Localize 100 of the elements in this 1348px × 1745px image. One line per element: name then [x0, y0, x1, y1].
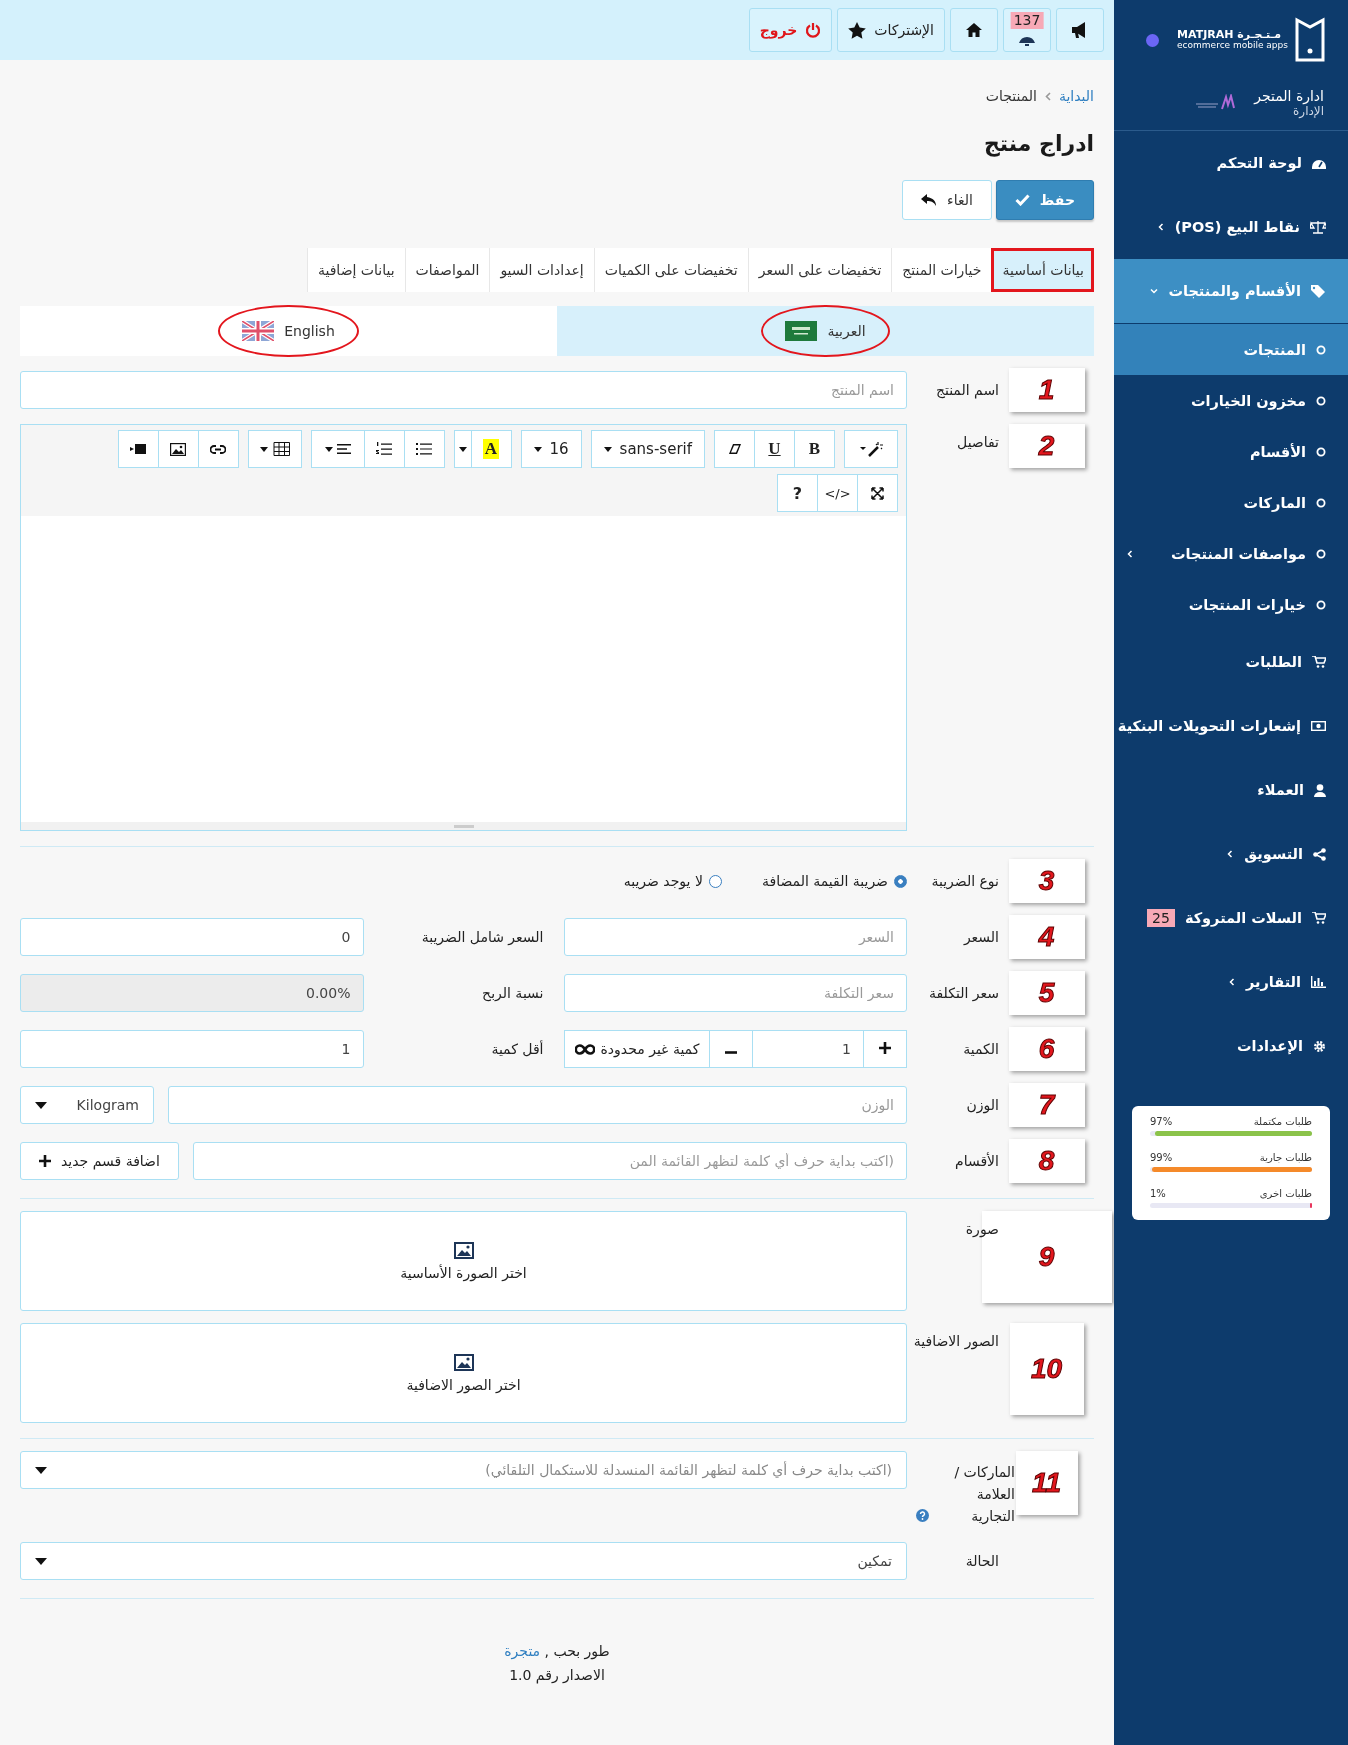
resize-handle[interactable] [21, 822, 906, 830]
sidebar-subitem[interactable]: مواصفات المنتجات [1114, 528, 1348, 579]
tab[interactable]: تخفيضات على الكميات [593, 248, 748, 292]
stat-label: طلبات مكتملة [1253, 1116, 1312, 1127]
minimum-quantity-field[interactable]: 1 [20, 1030, 364, 1068]
tab[interactable]: بيانات إضافية [306, 248, 405, 292]
sidebar-item[interactable]: التسويق [1114, 822, 1348, 886]
add-category-button[interactable]: اضافة قسم جديد [20, 1142, 179, 1180]
power-icon [805, 22, 822, 38]
link-button[interactable] [197, 430, 239, 468]
flag-icon [785, 321, 818, 341]
video-button[interactable] [117, 430, 159, 468]
breadcrumb-link[interactable]: البداية [1058, 88, 1094, 104]
text-color-button[interactable]: A [470, 430, 512, 468]
home-icon [965, 22, 983, 38]
sidebar-item[interactable]: الأقسام والمنتجات [1114, 259, 1348, 323]
sidebar-item[interactable]: الطلبات [1114, 630, 1348, 694]
tab[interactable]: بيانات أساسية [991, 248, 1094, 292]
font-size-dropdown[interactable]: 16 [520, 430, 582, 468]
share-icon [1313, 847, 1326, 861]
caret-button[interactable] [453, 430, 472, 468]
step-number: 4 [1008, 915, 1085, 959]
product-name-field[interactable]: اسم المنتج [20, 371, 907, 409]
radio-option[interactable]: ضريبة القيمة المضافة [761, 873, 907, 889]
unit-dropdown[interactable]: Kilogram [20, 1086, 154, 1124]
plus-icon [879, 1041, 891, 1054]
align-dropdown[interactable] [310, 430, 365, 468]
cost-field[interactable]: سعر التكلفة [563, 974, 907, 1012]
sidebar-item[interactable]: الإعدادات [1114, 1014, 1348, 1078]
price-field[interactable]: السعر [563, 918, 907, 956]
circle-icon [1316, 344, 1326, 355]
images-upload-area[interactable]: اختر الصور الاضافية [20, 1323, 907, 1423]
cancel-button[interactable]: الغاء [902, 180, 992, 220]
sidebar-subitem[interactable]: الأقسام [1114, 426, 1348, 477]
underline-button[interactable]: U [754, 430, 795, 468]
fullscreen-button[interactable] [857, 474, 898, 512]
field-label: الماركات / العلامة التجارية [953, 1463, 1015, 1527]
status-dot [1146, 33, 1160, 47]
language-tab[interactable]: English [20, 306, 557, 356]
save-button[interactable]: حفظ [995, 180, 1094, 220]
announcements-button[interactable] [1056, 8, 1104, 52]
field-label: السعر شامل الضريبة [420, 929, 545, 945]
field-label: الصور الاضافية [912, 1332, 999, 1349]
tab[interactable]: خيارات المنتج [891, 248, 992, 292]
numbered-list-button[interactable] [363, 430, 405, 468]
sidebar-item[interactable]: نقاط البيع (POS) [1114, 195, 1348, 259]
sidebar-subitem[interactable]: المنتجات [1114, 323, 1348, 375]
image-button[interactable] [157, 430, 199, 468]
sidebar-item[interactable]: التقارير [1114, 950, 1348, 1014]
radio-option[interactable]: لا يوجد ضريبه [623, 873, 722, 889]
field-label: السعر [962, 929, 999, 945]
image-icon [453, 1353, 474, 1371]
image-icon [170, 442, 186, 456]
sidebar-item[interactable]: لوحة التحكم [1114, 131, 1348, 195]
logout-button[interactable]: خروج [748, 8, 833, 52]
weight-field[interactable]: الوزن [168, 1086, 907, 1124]
circle-icon [1316, 548, 1326, 559]
font-dropdown[interactable]: sans-serif [590, 430, 705, 468]
caret-icon [458, 446, 467, 452]
sidebar-subitem[interactable]: الماركات [1114, 477, 1348, 528]
caret-icon [35, 1466, 47, 1474]
magic-wand-button[interactable] [844, 430, 898, 468]
quantity-field[interactable]: 1 [752, 1030, 864, 1068]
table-dropdown[interactable] [247, 430, 302, 468]
eraser-icon [727, 443, 742, 455]
star-icon [848, 21, 867, 39]
bold-button[interactable]: B [794, 430, 835, 468]
decrement-button[interactable] [709, 1030, 754, 1068]
image-upload-area[interactable]: اختر الصورة الأساسية [20, 1211, 907, 1311]
image-icon [453, 1241, 474, 1259]
field-label: الكمية [962, 1041, 999, 1057]
sidebar-subitem[interactable]: مخزون الخيارات [1114, 375, 1348, 426]
price-with-tax-field[interactable]: 0 [20, 918, 364, 956]
brands-dropdown[interactable]: (اكتب بداية حرف أي كلمة لتظهر القائمة المنسدلة للاستكمال التلقائي) [20, 1451, 907, 1489]
notifications-button[interactable]: 137 [1003, 8, 1051, 52]
tab[interactable]: إعدادات السيو [489, 248, 594, 292]
sidebar-subitem[interactable]: خيارات المنتجات [1114, 579, 1348, 630]
tag-icon [1311, 284, 1326, 298]
home-button[interactable] [950, 8, 998, 52]
sidebar-item[interactable]: إشعارات التحويلات البنكية [1114, 694, 1348, 758]
footer-link[interactable]: متجرة [504, 1643, 541, 1659]
status-dropdown[interactable]: تمكين [20, 1542, 907, 1580]
unlimited-quantity-button[interactable]: كمية غير محدودة [563, 1030, 711, 1068]
magic-wand-icon [859, 441, 883, 457]
bullet-list-button[interactable] [403, 430, 445, 468]
cart-icon [1312, 912, 1326, 924]
stat-label: طلبات اخرى [1259, 1188, 1312, 1199]
footer-credit: طور بحب , متجرة [504, 1642, 610, 1662]
subscriptions-button[interactable]: الإشتركات [837, 8, 945, 52]
field-label: تفاصيل [956, 433, 999, 450]
sidebar-item[interactable]: العملاء [1114, 758, 1348, 822]
help-button[interactable]: ? [777, 474, 818, 512]
increment-button[interactable] [863, 1030, 907, 1068]
tab[interactable]: تخفيضات على السعر [747, 248, 892, 292]
language-tab[interactable]: العربية [557, 306, 1094, 356]
circle-icon [1316, 497, 1326, 508]
code-view-button[interactable]: </> [817, 474, 858, 512]
tab[interactable]: المواصفات [404, 248, 490, 292]
link-icon [210, 444, 226, 454]
eraser-button[interactable] [714, 430, 755, 468]
